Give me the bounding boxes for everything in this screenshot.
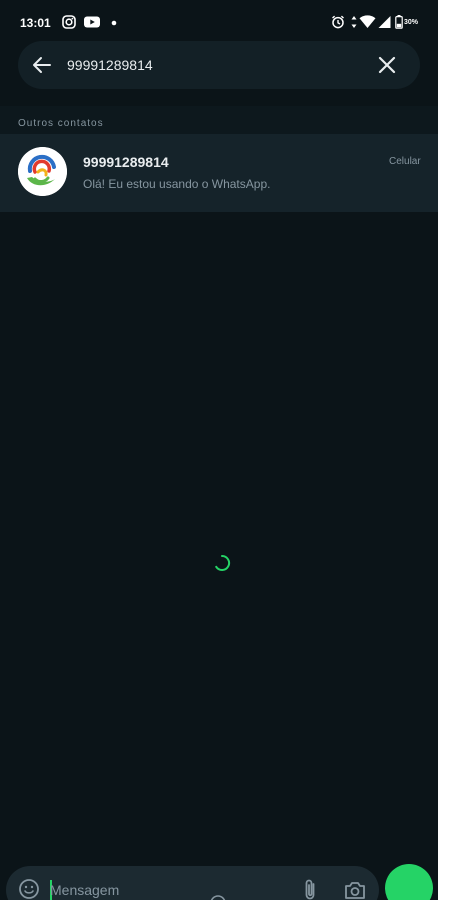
paperclip-icon[interactable] (300, 878, 320, 900)
logo-avatar-icon (18, 147, 67, 196)
battery-percent: 30% (404, 19, 419, 26)
battery-icon (395, 15, 403, 29)
youtube-icon (84, 16, 100, 28)
contact-name: 99991289814 (83, 154, 169, 170)
emoji-icon[interactable] (18, 878, 40, 900)
contact-row[interactable]: 99991289814 Olá! Eu estou usando o Whats… (0, 134, 438, 212)
section-title: Outros contatos (18, 118, 104, 129)
signal-icon (378, 16, 391, 28)
section-header: Outros contatos (0, 106, 438, 134)
send-button[interactable] (385, 864, 433, 900)
alarm-icon (332, 15, 344, 29)
contact-type-label: Celular (389, 156, 421, 167)
notification-dot-icon (111, 20, 117, 26)
wifi-icon (359, 15, 376, 28)
contact-status: Olá! Eu estou usando o WhatsApp. (83, 177, 271, 191)
arrow-left-icon[interactable] (30, 53, 54, 77)
avatar (18, 147, 67, 196)
camera-icon[interactable] (344, 880, 366, 900)
search-bar: 99991289814 (18, 41, 420, 89)
screen-edge (438, 0, 450, 900)
instagram-icon (62, 15, 76, 29)
status-bar: 13:01 30% (0, 0, 438, 40)
message-composer: Mensagem (6, 866, 379, 900)
close-icon[interactable] (376, 54, 398, 76)
message-input[interactable]: Mensagem (50, 882, 119, 898)
search-input[interactable]: 99991289814 (67, 57, 153, 73)
status-time: 13:01 (20, 16, 51, 30)
circle-icon (210, 895, 226, 900)
loading-spinner-icon (215, 554, 231, 571)
screen: 13:01 30% 99991289814 Outros contatos 99… (0, 0, 438, 900)
data-arrows-icon (351, 16, 357, 28)
